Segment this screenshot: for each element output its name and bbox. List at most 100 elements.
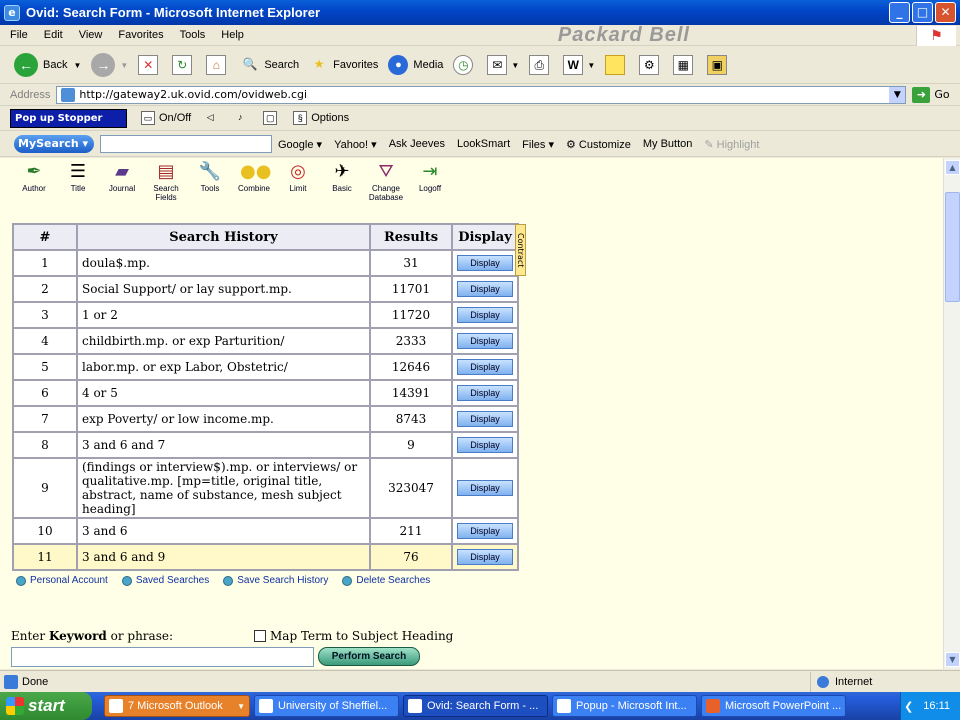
row-display-cell: Display <box>451 405 519 433</box>
close-button[interactable]: ✕ <box>935 2 956 23</box>
tool-limit[interactable]: ◎ Limit <box>276 160 320 202</box>
go-button[interactable]: ➜ Go <box>912 86 950 103</box>
mail-dropdown-icon[interactable]: ▼ <box>511 61 519 70</box>
display-button[interactable]: Display <box>457 359 513 375</box>
gear-icon: ⚙ <box>639 55 660 75</box>
task-ovid[interactable]: Ovid: Search Form - ... <box>403 695 548 717</box>
scroll-up-icon[interactable]: ▲ <box>945 160 960 175</box>
forward-dropdown-icon[interactable]: ▼ <box>120 61 128 70</box>
refresh-button[interactable]: ↻ <box>172 55 196 75</box>
display-button[interactable]: Display <box>457 437 513 453</box>
search-button[interactable]: 🔍 Search <box>240 55 299 75</box>
tool-tools[interactable]: 🔧 Tools <box>188 160 232 202</box>
menu-edit[interactable]: Edit <box>44 29 63 41</box>
popup-onoff-button[interactable]: ▭ On/Off <box>141 111 191 125</box>
display-button[interactable]: Display <box>457 255 513 271</box>
favorites-button[interactable]: ★ Favorites <box>309 55 379 75</box>
tool-title[interactable]: ☰ Title <box>56 160 100 202</box>
back-dropdown-icon[interactable]: ▼ <box>73 61 81 70</box>
tool-change-database[interactable]: ⛛ Change Database <box>364 160 408 202</box>
media-button[interactable]: ● Media <box>388 55 443 75</box>
scroll-down-icon[interactable]: ▼ <box>945 652 960 667</box>
ask-jeeves-button[interactable]: Ask Jeeves <box>389 138 445 150</box>
note-button[interactable] <box>605 55 629 75</box>
edit-dropdown-icon[interactable]: ▼ <box>587 61 595 70</box>
display-button[interactable]: Display <box>457 411 513 427</box>
google-button[interactable]: Google ▾ <box>278 138 322 151</box>
stop-button[interactable]: ✕ <box>138 55 162 75</box>
mysearch-button[interactable]: MySearch ▾ <box>14 135 94 153</box>
tool-combine[interactable]: ●● Combine <box>232 160 276 202</box>
delete-searches-link[interactable]: Delete Searches <box>342 575 430 586</box>
row-query: 1 or 2 <box>76 301 371 329</box>
back-button[interactable]: ← Back ▼ <box>14 53 81 77</box>
tray-expand-icon[interactable]: ❮ <box>904 700 913 713</box>
popup-options-button[interactable]: § Options <box>293 111 349 125</box>
address-dropdown-icon[interactable]: ▼ <box>889 86 906 103</box>
looksmart-button[interactable]: LookSmart <box>457 138 510 150</box>
tool-author[interactable]: ✒ Author <box>12 160 56 202</box>
display-button[interactable]: Display <box>457 480 513 496</box>
print-button[interactable]: ⎙ <box>529 55 553 75</box>
menu-help[interactable]: Help <box>221 29 244 41</box>
tool-button-1[interactable]: ⚙ <box>639 55 663 75</box>
task-outlook[interactable]: 7 Microsoft Outlook ▼ <box>104 695 250 717</box>
menu-tools[interactable]: Tools <box>180 29 206 41</box>
saved-searches-link[interactable]: Saved Searches <box>121 575 209 586</box>
tool-search-fields[interactable]: ▤ Search Fields <box>144 160 188 202</box>
row-query: 4 or 5 <box>76 379 371 407</box>
display-button[interactable]: Display <box>457 281 513 297</box>
row-display-cell: Display <box>451 353 519 381</box>
map-term-checkbox[interactable] <box>254 630 266 642</box>
display-button[interactable]: Display <box>457 333 513 349</box>
forward-button[interactable]: → ▼ <box>91 53 128 77</box>
row-results: 323047 <box>369 457 453 519</box>
my-button[interactable]: My Button <box>643 138 693 150</box>
tool-button-2[interactable]: ▦ <box>673 55 697 75</box>
customize-button[interactable]: ⚙ Customize <box>566 138 631 151</box>
save-search-history-link[interactable]: Save Search History <box>223 575 328 586</box>
menu-view[interactable]: View <box>79 29 103 41</box>
display-button[interactable]: Display <box>457 549 513 565</box>
minimize-button[interactable]: _ <box>889 2 910 23</box>
keyword-input[interactable] <box>11 647 314 667</box>
tool-button-3[interactable]: ▣ <box>707 55 731 75</box>
popup-music-button[interactable]: ♪ <box>233 111 251 125</box>
yahoo-label: Yahoo! <box>334 138 369 151</box>
display-button[interactable]: Display <box>457 385 513 401</box>
tool-logoff[interactable]: ⇥ Logoff <box>408 160 452 202</box>
mail-button[interactable]: ✉ ▼ <box>487 55 519 75</box>
task-sheffield[interactable]: University of Sheffiel... <box>254 695 399 717</box>
display-button[interactable]: Display <box>457 307 513 323</box>
contract-tab[interactable]: Contract <box>515 224 526 276</box>
perform-search-button[interactable]: Perform Search <box>318 647 420 666</box>
popup-window-button[interactable]: ▢ <box>263 111 281 125</box>
task-powerpoint[interactable]: Microsoft PowerPoint ... <box>701 695 846 717</box>
edit-button[interactable]: W ▼ <box>563 55 595 75</box>
menu-file[interactable]: File <box>10 29 28 41</box>
personal-account-link[interactable]: Personal Account <box>16 575 108 586</box>
maximize-button[interactable]: □ <box>912 2 933 23</box>
mysearch-input[interactable] <box>100 135 272 153</box>
highlight-button[interactable]: ✎ Highlight <box>704 138 759 151</box>
address-input[interactable]: http://gateway2.uk.ovid.com/ovidweb.cgi … <box>56 85 907 104</box>
save-search-history-label: Save Search History <box>237 575 329 586</box>
popup-sound-button[interactable]: ◁ <box>203 111 221 125</box>
yahoo-button[interactable]: Yahoo! ▾ <box>334 138 377 151</box>
task-popup[interactable]: Popup - Microsoft Int... <box>552 695 697 717</box>
tool-journal[interactable]: ▰ Journal <box>100 160 144 202</box>
scroll-thumb[interactable] <box>945 192 960 302</box>
vertical-scrollbar[interactable]: ▲ ▼ <box>943 158 960 669</box>
map-term-option[interactable]: Map Term to Subject Heading <box>254 629 453 643</box>
tool-basic[interactable]: ✈ Basic <box>320 160 364 202</box>
title-bar: e Ovid: Search Form - Microsoft Internet… <box>0 0 960 25</box>
menu-favorites[interactable]: Favorites <box>118 29 163 41</box>
display-button[interactable]: Display <box>457 523 513 539</box>
table-row: 5 labor.mp. or exp Labor, Obstetric/12646… <box>12 353 519 381</box>
back-label: Back <box>43 59 68 71</box>
task-sheffield-label: University of Sheffiel... <box>278 700 388 712</box>
home-button[interactable]: ⌂ <box>206 55 230 75</box>
files-button[interactable]: Files ▾ <box>522 138 554 151</box>
history-button[interactable]: ◷ <box>453 55 477 75</box>
start-button[interactable]: start <box>0 692 92 720</box>
